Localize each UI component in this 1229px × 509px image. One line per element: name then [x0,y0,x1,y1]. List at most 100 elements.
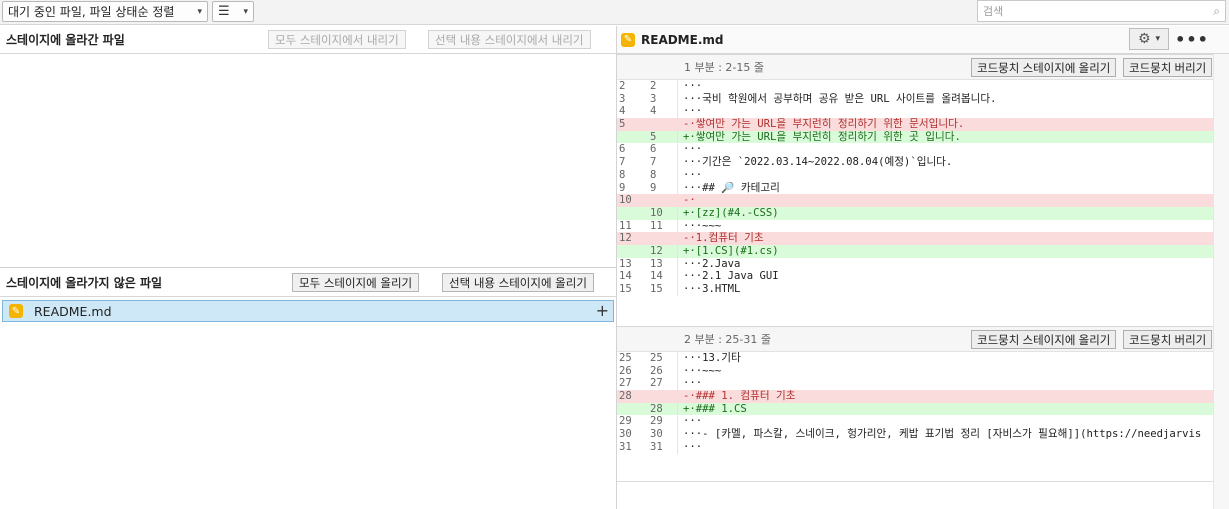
gutter-separator [677,219,678,233]
diff-hunk-2: 2 부분 : 25-31 줄 코드뭉치 스테이지에 올리기 코드뭉치 버리기 2… [617,326,1213,454]
line-content: ···기간은 `2022.03.14~2022.08.04(예정)`입니다. [683,156,953,169]
sort-dropdown-label: 대기 중인 파일, 파일 상태순 정렬 [8,5,175,19]
line-content: +·[1.CS](#1.cs) [683,244,779,257]
hunk-lines: 25 25 ···13.기타 26 26 ···~~~ 27 27 ··· 28 -·### 1. … [617,352,1213,454]
diff-line-removed[interactable]: 5 -·쌓여만 가는 URL을 부지런히 정리하기 위한 문서입니다. [617,118,1213,131]
line-content: ··· [683,143,703,156]
diff-line[interactable]: 31 31 ··· [617,440,1213,454]
diff-line[interactable]: 14 14 ···2.1 Java GUI [617,270,1213,283]
diff-hunk-1: 1 부분 : 2-15 줄 코드뭉치 스테이지에 올리기 코드뭉치 버리기 22… [617,54,1213,296]
old-line-number: 7 [619,156,626,169]
diff-panel: ✎ README.md ⚙ ▾ ••• 1 부분 : 2-15 줄 코드뭉치 스… [617,26,1229,509]
old-line-number: 4 [619,105,626,118]
diff-line-removed[interactable]: 12 -·1.컴퓨터 기초 [617,232,1213,245]
diff-line[interactable]: 7 7 ···기간은 `2022.03.14~2022.08.04(예정)`입니다. [617,156,1213,169]
line-content: +·[zz](#4.-CSS) [683,206,779,219]
unstage-all-button[interactable]: 모두 스테이지에서 내리기 [268,30,406,49]
diff-line[interactable]: 25 25 ···13.기타 [617,352,1213,365]
gutter-separator [677,92,678,106]
new-line-number: 8 [650,168,657,181]
line-content: +·쌓여만 가는 URL을 부지런히 정리하기 위한 곳 입니다. [683,130,961,143]
gear-icon: ⚙ [1137,31,1151,47]
new-line-number: 31 [650,440,663,453]
diff-line-removed[interactable]: 10 -· [617,194,1213,207]
line-content: ··· [683,168,703,181]
diff-line-added[interactable]: 12 +·[1.CS](#1.cs) [617,244,1213,258]
new-line-number: 28 [650,402,663,415]
file-name: README.md [34,303,112,319]
diff-line[interactable]: 4 4 ··· [617,105,1213,119]
gutter-separator [677,402,678,416]
discard-hunk-button[interactable]: 코드뭉치 버리기 [1123,330,1213,349]
diff-line-added[interactable]: 5 +·쌓여만 가는 URL을 부지런히 정리하기 위한 곳 입니다. [617,130,1213,144]
gutter-separator [677,390,678,403]
gutter-separator [677,168,678,182]
gutter-separator [677,80,678,93]
pencil-icon: ✎ [9,304,23,318]
unstaged-files-header: 스테이지에 올라가지 않은 파일 모두 스테이지에 올리기 선택 내용 스테이지… [0,269,616,297]
line-content: ···- [카멜, 파스칼, 스네이크, 헝가리안, 케밥 표기법 정리 [자비… [683,428,1202,441]
new-line-number: 29 [650,415,663,428]
gutter-separator [677,377,678,391]
line-content: -·### 1. 컴퓨터 기초 [683,390,796,403]
diff-line[interactable]: 3 3 ···국비 학원에서 공부하며 공유 받은 URL 사이트를 올려봅니다. [617,92,1213,106]
diff-line[interactable]: 13 13 ···2.Java [617,257,1213,271]
discard-hunk-button[interactable]: 코드뭉치 버리기 [1123,58,1213,77]
diff-line[interactable]: 9 9 ···## 🔎 카테고리 [617,181,1213,195]
line-content: ···국비 학원에서 공부하며 공유 받은 URL 사이트를 올려봅니다. [683,92,997,105]
stage-all-button[interactable]: 모두 스테이지에 올리기 [292,273,420,292]
stage-hunk-button[interactable]: 코드뭉치 스테이지에 올리기 [971,330,1117,349]
gutter-separator [677,257,678,271]
gutter-separator [677,206,678,220]
diff-line[interactable]: 2 2 ··· [617,80,1213,93]
hunk-lines: 2 2 ··· 3 3 ···국비 학원에서 공부하며 공유 받은 URL 사이트를 올려… [617,80,1213,296]
unstage-selected-button[interactable]: 선택 내용 스테이지에서 내리기 [428,30,591,49]
more-options-icon[interactable]: ••• [1175,29,1208,49]
diff-line[interactable]: 15 15 ···3.HTML [617,283,1213,296]
old-line-number: 26 [619,364,632,377]
diff-line[interactable]: 27 27 ··· [617,377,1213,391]
pane-splitter[interactable] [0,267,616,268]
old-line-number: 28 [619,390,632,403]
view-mode-dropdown[interactable]: ☰ ▾ [212,1,254,22]
file-status-panel: 스테이지에 올라간 파일 모두 스테이지에서 내리기 선택 내용 스테이지에서 … [0,26,616,509]
staged-files-title: 스테이지에 올라간 파일 [6,33,125,47]
gutter-separator [677,364,678,378]
diff-scrollbar[interactable] [1213,54,1229,509]
line-content: -· [683,194,696,207]
diff-line[interactable]: 6 6 ··· [617,143,1213,157]
diff-line-added[interactable]: 28 +·### 1.CS [617,402,1213,416]
diff-options-button[interactable]: ⚙ ▾ [1129,28,1169,50]
diff-line-added[interactable]: 10 +·[zz](#4.-CSS) [617,206,1213,220]
stage-selected-button[interactable]: 선택 내용 스테이지에 올리기 [442,273,594,292]
search-box[interactable]: ⌕ [977,0,1226,22]
diff-file-name: README.md [641,32,724,47]
file-row-readme[interactable]: ✎ README.md + [2,300,614,322]
diff-line[interactable]: 8 8 ··· [617,168,1213,182]
sort-dropdown[interactable]: 대기 중인 파일, 파일 상태순 정렬 ▾ [2,1,208,22]
old-line-number: 13 [619,257,632,270]
line-content: ···~~~ [683,219,722,232]
new-line-number: 2 [650,80,657,92]
diff-line[interactable]: 29 29 ··· [617,415,1213,429]
diff-line[interactable]: 26 26 ···~~~ [617,364,1213,378]
diff-line[interactable]: 30 30 ···- [카멜, 파스칼, 스네이크, 헝가리안, 케밥 표기법 정리… [617,428,1213,441]
stage-hunk-button[interactable]: 코드뭉치 스테이지에 올리기 [971,58,1117,77]
new-line-number: 11 [650,219,663,232]
line-content: ··· [683,80,703,92]
gutter-separator [677,181,678,195]
old-line-number: 3 [619,92,626,105]
old-line-number: 10 [619,194,632,207]
search-input[interactable] [983,4,1214,18]
line-content: ···2.1 Java GUI [683,270,779,283]
diff-line[interactable]: 11 11 ···~~~ [617,219,1213,233]
gutter-separator [677,232,678,245]
hunk-label: 1 부분 : 2-15 줄 [684,61,765,74]
gutter-separator [677,440,678,454]
line-content: ··· [683,440,703,453]
diff-line-removed[interactable]: 28 -·### 1. 컴퓨터 기초 [617,390,1213,403]
gutter-separator [677,352,678,365]
diff-header: ✎ README.md ⚙ ▾ ••• [617,26,1229,54]
add-file-icon[interactable]: + [596,303,609,319]
gutter-separator [677,244,678,258]
